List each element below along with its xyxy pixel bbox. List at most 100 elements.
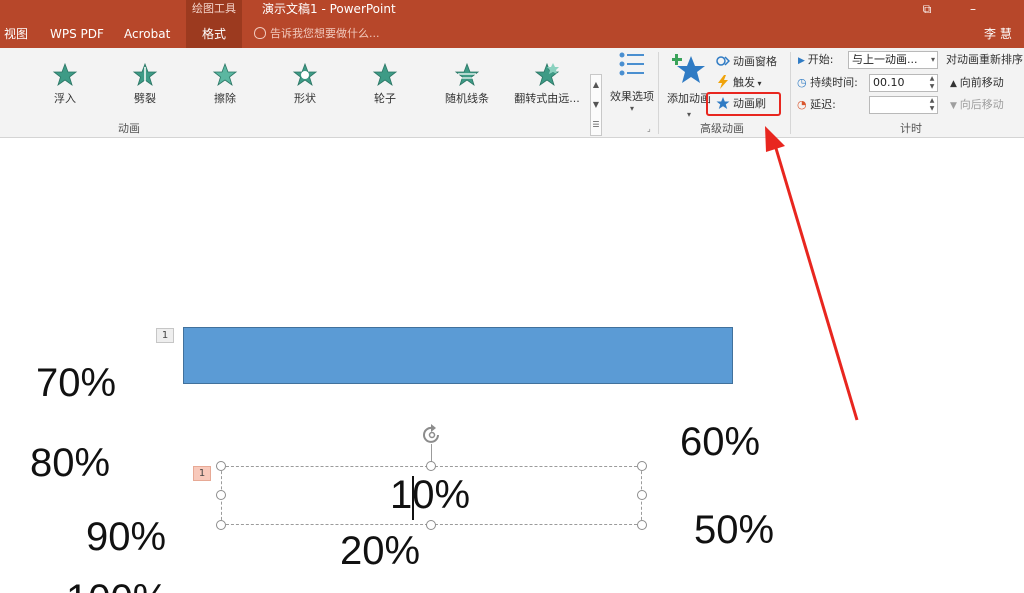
group-timing-label: 计时 xyxy=(900,122,922,135)
text-90-percent[interactable]: 90% xyxy=(86,514,166,560)
text-100-percent[interactable]: 100% xyxy=(66,576,168,593)
delay-input[interactable]: ▲ ▼ xyxy=(869,96,938,114)
gallery-scrollbar[interactable]: ▲ ▼ ☰ xyxy=(590,74,602,136)
move-earlier-label: 向前移动 xyxy=(959,76,1004,89)
ribbon-tabs: 视图 WPS PDF Acrobat 格式 告诉我您想要做什么... 李 慧 xyxy=(0,20,1024,48)
effect-options-icon xyxy=(619,52,644,76)
duration-label-text: 持续时间: xyxy=(810,76,858,89)
user-account-name[interactable]: 李 慧 xyxy=(984,20,1012,48)
text-80-percent[interactable]: 80% xyxy=(30,440,110,486)
gallery-item-shape[interactable]: 形状 xyxy=(270,62,340,110)
triangle-up-icon: ▲ xyxy=(950,79,960,89)
start-label-text: 开始: xyxy=(807,53,834,66)
tab-acrobat[interactable]: Acrobat xyxy=(124,20,170,48)
blue-rectangle-shape[interactable] xyxy=(183,327,733,384)
resize-handle[interactable] xyxy=(426,461,436,471)
gallery-item-wipe[interactable]: 擦除 xyxy=(190,62,260,110)
start-dropdown-value: 与上一动画... xyxy=(852,53,918,66)
start-dropdown[interactable]: 与上一动画... ▾ xyxy=(848,51,938,69)
gallery-label: 浮入 xyxy=(54,92,76,105)
animation-pane-button[interactable]: 动画窗格 xyxy=(716,52,777,72)
gallery-label: 翻转式由远... xyxy=(514,92,580,105)
text-20-percent[interactable]: 20% xyxy=(340,528,420,574)
play-icon: ▶ xyxy=(798,56,808,66)
gallery-item-float-in[interactable]: 浮入 xyxy=(30,62,100,110)
animation-order-tag[interactable]: 1 xyxy=(193,466,211,481)
gallery-label: 随机线条 xyxy=(445,92,489,105)
animation-order-tag[interactable]: 1 xyxy=(156,328,174,343)
tell-me-placeholder: 告诉我您想要做什么... xyxy=(270,27,380,40)
move-later-label: 向后移动 xyxy=(959,98,1004,111)
chevron-down-icon: ▾ xyxy=(930,55,935,64)
resize-handle[interactable] xyxy=(216,520,226,530)
text-caret xyxy=(412,476,414,520)
effect-options-button[interactable]: 效果选项 ▾ xyxy=(604,50,660,132)
add-animation-star-icon xyxy=(671,54,705,83)
gallery-item-wheel[interactable]: 轮子 xyxy=(350,62,420,110)
gallery-item-split[interactable]: 劈裂 xyxy=(110,62,180,110)
effect-options-label: 效果选项 xyxy=(610,90,654,103)
clock-icon: ◷ xyxy=(797,76,811,89)
ribbon: 浮入 劈裂 擦除 形状 轮子 随机线条 翻转式由远... ▲ ▼ ☰ 效果选项 … xyxy=(0,48,1024,138)
gallery-item-random-bars[interactable]: 随机线条 xyxy=(432,62,502,110)
gallery-label: 形状 xyxy=(294,92,316,105)
gallery-scroll-up-icon[interactable]: ▲ xyxy=(591,75,601,95)
tab-format[interactable]: 格式 xyxy=(186,20,242,48)
wipe-star-icon xyxy=(212,62,238,87)
resize-handle[interactable] xyxy=(426,520,436,530)
drawing-tools-context-label: 绘图工具 xyxy=(186,0,242,20)
delay-label: ◔ 延迟: xyxy=(797,95,836,115)
duration-value: 00.10 xyxy=(873,76,905,89)
trigger-label: 触发 xyxy=(733,76,755,89)
delay-spinner-icon[interactable]: ▲ ▼ xyxy=(928,97,936,113)
reorder-animation-label: 对动画重新排序 xyxy=(946,53,1023,66)
text-50-percent[interactable]: 50% xyxy=(694,507,774,553)
gallery-item-grow-turn[interactable]: 翻转式由远... xyxy=(512,62,582,110)
animation-pane-label: 动画窗格 xyxy=(733,55,777,68)
delay-clock-icon: ◔ xyxy=(797,98,811,111)
wheel-star-icon xyxy=(372,62,398,87)
start-label: ▶ 开始: xyxy=(798,50,834,70)
text-70-percent[interactable]: 70% xyxy=(36,360,116,406)
lightbulb-icon xyxy=(254,27,266,39)
gallery-label: 擦除 xyxy=(214,92,236,105)
rotate-icon[interactable] xyxy=(419,422,445,446)
tab-view[interactable]: 视图 xyxy=(4,20,28,48)
group-divider xyxy=(658,52,659,134)
gallery-label: 劈裂 xyxy=(134,92,156,105)
delay-label-text: 延迟: xyxy=(810,98,836,111)
window-title: 演示文稿1 - PowerPoint xyxy=(262,2,396,16)
random-bars-star-icon xyxy=(454,62,480,87)
split-star-icon xyxy=(132,62,158,87)
duration-input[interactable]: 00.10 ▲ ▼ xyxy=(869,74,938,92)
gallery-scroll-down-icon[interactable]: ▼ xyxy=(591,95,601,115)
text-60-percent[interactable]: 60% xyxy=(680,419,760,465)
grow-turn-star-icon xyxy=(534,62,560,87)
triangle-down-icon: ▼ xyxy=(950,101,960,111)
duration-spinner-icon[interactable]: ▲ ▼ xyxy=(928,75,936,91)
text-10-percent[interactable]: 10% xyxy=(390,472,470,518)
group-divider xyxy=(790,52,791,134)
gallery-label: 轮子 xyxy=(374,92,396,105)
tab-wps-pdf[interactable]: WPS PDF xyxy=(50,20,104,48)
shape-star-icon xyxy=(292,62,318,87)
move-earlier-button[interactable]: ▲ 向前移动 xyxy=(950,73,1004,93)
minimize-icon[interactable]: – xyxy=(958,0,988,20)
resize-handle[interactable] xyxy=(216,461,226,471)
restore-icon[interactable]: ⧉ xyxy=(912,0,942,20)
resize-handle[interactable] xyxy=(637,461,647,471)
gallery-more-icon[interactable]: ☰ xyxy=(591,115,601,135)
resize-handle[interactable] xyxy=(637,490,647,500)
tell-me-search[interactable]: 告诉我您想要做什么... xyxy=(254,20,380,48)
dialog-launcher-icon[interactable]: ⌟ xyxy=(647,124,651,133)
resize-handle[interactable] xyxy=(216,490,226,500)
animation-pane-icon xyxy=(716,56,730,66)
trigger-button[interactable]: 触发 ▾ xyxy=(716,73,762,93)
chevron-down-icon: ▾ xyxy=(629,104,634,113)
group-advanced-animation-label: 高级动画 xyxy=(700,122,744,135)
lightning-icon xyxy=(718,75,728,89)
move-later-button[interactable]: ▼ 向后移动 xyxy=(950,95,1004,115)
group-animation-label: 动画 xyxy=(118,122,140,135)
resize-handle[interactable] xyxy=(637,520,647,530)
chevron-down-icon: ▾ xyxy=(755,79,762,88)
